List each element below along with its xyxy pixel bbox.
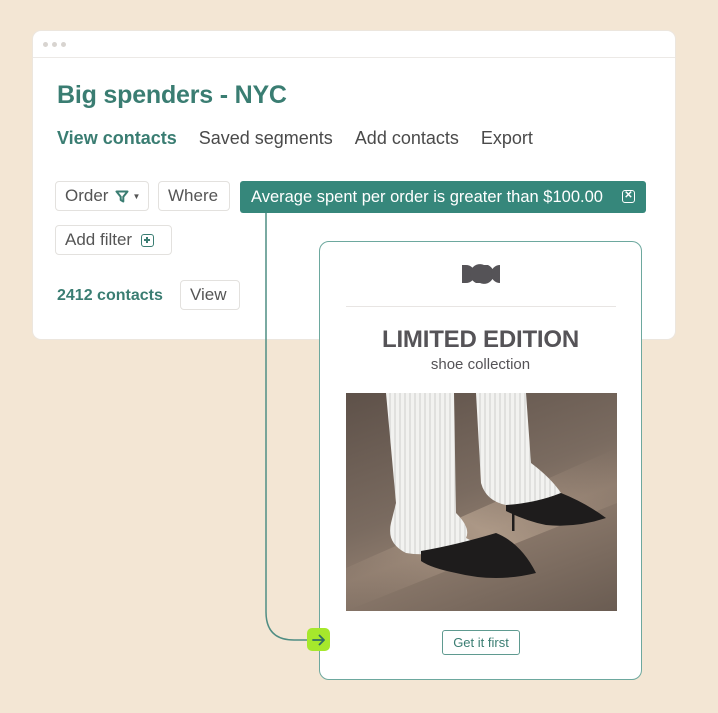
connector-line [265, 213, 308, 641]
email-subhead: shoe collection [430, 356, 531, 373]
get-it-first-button[interactable]: Get it first [442, 630, 520, 655]
email-headline: LIMITED EDITION [382, 326, 579, 353]
email-preview-card: LIMITED EDITION shoe collection Get it f… [319, 241, 642, 680]
brand-logo-icon [461, 264, 501, 289]
flow-node[interactable] [307, 628, 330, 651]
arrow-right-icon [311, 634, 325, 645]
product-photo [346, 393, 617, 611]
card-divider [346, 306, 616, 307]
